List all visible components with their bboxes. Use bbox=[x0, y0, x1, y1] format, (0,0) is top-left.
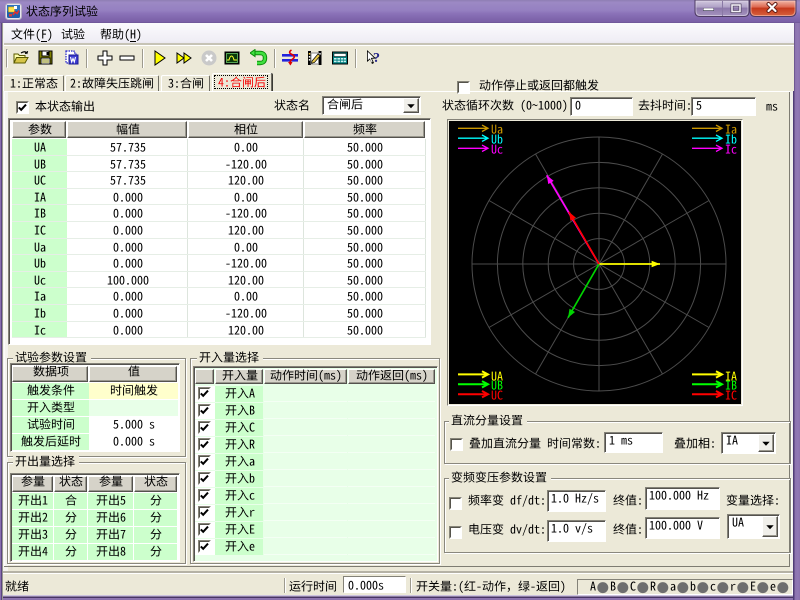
svg-text:?: ? bbox=[373, 51, 380, 66]
